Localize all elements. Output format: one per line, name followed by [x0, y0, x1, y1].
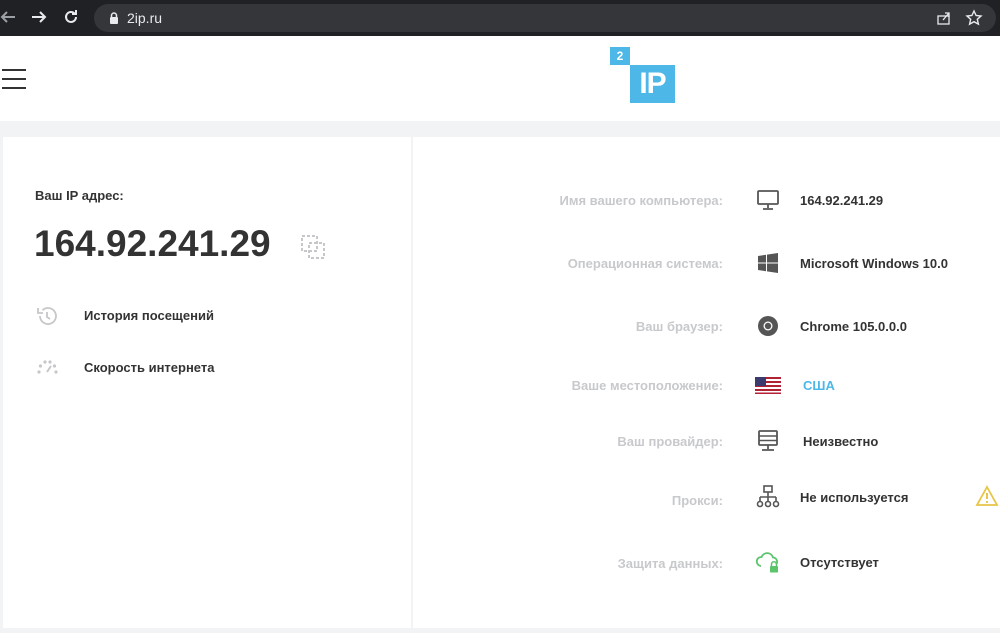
- location-link[interactable]: США: [803, 378, 835, 393]
- speedtest-link-label[interactable]: Скорость интернета: [84, 360, 214, 375]
- info-row-browser: Ваш браузер: Chrome 105.0.0.0: [413, 311, 1000, 341]
- info-label: Прокси:: [671, 493, 723, 508]
- info-label: Имя вашего компьютера:: [559, 193, 723, 208]
- info-value: Не используется: [800, 490, 909, 505]
- info-label: Ваш провайдер:: [617, 434, 723, 449]
- history-link[interactable]: История посещений: [35, 304, 214, 328]
- speedtest-link[interactable]: Скорость интернета: [35, 356, 214, 380]
- site-header: 2 IP: [0, 36, 1000, 121]
- reload-icon[interactable]: [59, 5, 83, 29]
- windows-icon: [758, 253, 778, 273]
- warning-icon[interactable]: [975, 484, 999, 508]
- forward-arrow-icon[interactable]: [27, 5, 51, 29]
- cloud-lock-icon: [755, 552, 778, 573]
- info-row-data-protection: Защита данных: Отсутствует: [413, 547, 1000, 577]
- speedometer-icon: [37, 360, 58, 374]
- site-logo[interactable]: 2 IP: [610, 47, 676, 105]
- info-label: Операционная система:: [567, 256, 723, 271]
- url-text[interactable]: 2ip.ru: [127, 10, 162, 26]
- ip-label: Ваш IP адрес:: [35, 188, 124, 203]
- us-flag-icon: [755, 377, 781, 394]
- browser-toolbar: 2ip.ru: [0, 0, 1000, 36]
- info-card: Имя вашего компьютера: 164.92.241.29 Опе…: [413, 137, 1000, 628]
- info-row-location: Ваше местоположение: США: [413, 370, 1000, 400]
- logo-small-badge: 2: [610, 47, 630, 65]
- logo-main-badge: IP: [630, 65, 675, 103]
- info-value: Неизвестно: [803, 434, 879, 449]
- menu-icon[interactable]: [2, 69, 26, 89]
- info-value: Microsoft Windows 10.0: [800, 256, 948, 271]
- address-bar[interactable]: 2ip.ru: [94, 4, 996, 32]
- back-arrow-icon[interactable]: [0, 5, 20, 29]
- server-icon: [758, 430, 778, 451]
- star-icon[interactable]: [965, 9, 983, 27]
- info-label: Ваше местоположение:: [571, 378, 723, 393]
- history-link-label[interactable]: История посещений: [84, 308, 214, 323]
- ip-card: Ваш IP адрес: 164.92.241.29 История посе…: [3, 137, 411, 628]
- info-row-os: Операционная система: Microsoft Windows …: [413, 248, 1000, 278]
- info-label: Ваш браузер:: [635, 319, 723, 334]
- copy-icon[interactable]: [299, 233, 327, 261]
- info-label: Защита данных:: [617, 556, 723, 571]
- ip-address: 164.92.241.29: [34, 223, 271, 264]
- info-row-computer-name: Имя вашего компьютера: 164.92.241.29: [413, 185, 1000, 215]
- info-row-provider: Ваш провайдер: Неизвестно: [413, 426, 1000, 456]
- monitor-icon: [757, 190, 779, 210]
- info-value: Chrome 105.0.0.0: [800, 319, 907, 334]
- lock-icon[interactable]: [107, 11, 121, 25]
- history-icon: [37, 307, 57, 325]
- share-icon[interactable]: [936, 10, 952, 26]
- info-row-proxy: Прокси: Не используется: [413, 482, 1000, 512]
- chrome-icon: [758, 316, 778, 336]
- info-value: 164.92.241.29: [800, 193, 884, 208]
- info-value: Отсутствует: [800, 555, 879, 570]
- network-icon: [756, 485, 780, 508]
